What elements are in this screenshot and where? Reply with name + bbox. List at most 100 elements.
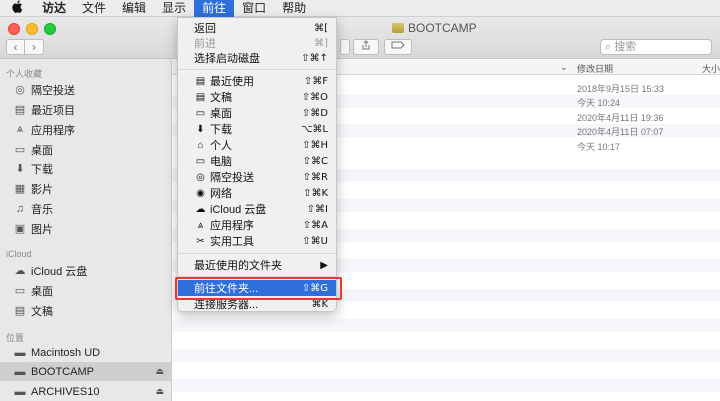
apple-menu-icon[interactable]: [0, 0, 34, 17]
sidebar-item-archives10[interactable]: ▬ ARCHIVES10 ⏏: [0, 382, 172, 401]
menubar-go[interactable]: 前往: [194, 0, 235, 17]
menu-item-applications[interactable]: ⩓ 应用程序 ⇧⌘A: [178, 217, 336, 233]
empty-row: [172, 379, 720, 392]
menubar-window[interactable]: 窗口: [234, 0, 274, 17]
share-icon: [362, 40, 370, 50]
drive-icon: ▬: [14, 385, 26, 398]
recents-icon: ▤: [195, 75, 206, 87]
menu-item-utilities[interactable]: ✂ 实用工具 ⇧⌘U: [178, 233, 336, 249]
menu-item-network[interactable]: ◉ 网络 ⇧⌘K: [178, 185, 336, 201]
sidebar-item-icloud-desktop[interactable]: ▭ 桌面: [0, 281, 172, 300]
menu-item-documents[interactable]: ▤ 文稿 ⇧⌘O: [178, 89, 336, 105]
menubar-file[interactable]: 文件: [74, 0, 114, 17]
menu-shortcut: ⇧⌘D: [301, 107, 328, 119]
empty-row: [172, 349, 720, 362]
view-options-button[interactable]: [340, 39, 350, 55]
row-date: 2018年9月15日 15:33: [577, 84, 665, 94]
menubar-view[interactable]: 显示: [154, 0, 194, 17]
menu-shortcut: ⇧⌘H: [302, 139, 328, 151]
row-date: 2020年4月11日 07:07: [577, 127, 664, 137]
menu-item-computer[interactable]: ▭ 电脑 ⇧⌘C: [178, 153, 336, 169]
recents-icon: ▤: [14, 104, 26, 116]
desktop-icon: ▭: [14, 144, 26, 156]
menu-shortcut: ⇧⌘O: [301, 91, 328, 103]
applications-icon: ⩓: [197, 219, 204, 231]
column-date-modified[interactable]: 修改日期: [577, 62, 613, 75]
sidebar-item-bootcamp[interactable]: ▬ BOOTCAMP ⏏: [0, 362, 172, 381]
menubar-edit[interactable]: 编辑: [114, 0, 154, 17]
menu-item-back[interactable]: 返回 ⌘[: [178, 20, 336, 36]
back-button[interactable]: ‹: [6, 39, 25, 55]
menu-shortcut: ⇧⌘I: [306, 203, 328, 215]
sidebar-item-desktop[interactable]: ▭ 桌面: [0, 140, 172, 159]
window-title-text: BOOTCAMP: [408, 21, 477, 35]
menu-shortcut: ⇧⌘A: [302, 219, 328, 231]
menu-item-label: 网络: [210, 188, 232, 200]
sidebar: 个人收藏 ◎ 隔空投送 ▤ 最近项目 ⩓ 应用程序 ▭ 桌面 ⬇ 下载 ▦ 影片 ♫ 音乐 ▣…: [0, 59, 172, 401]
menu-item-downloads[interactable]: ⬇ 下载 ⌥⌘L: [178, 121, 336, 137]
sidebar-item-downloads[interactable]: ⬇ 下载: [0, 159, 172, 178]
cloud-icon: ☁: [195, 203, 206, 215]
menu-item-label: 桌面: [210, 108, 232, 120]
menubar-finder[interactable]: 访达: [34, 0, 74, 17]
menu-item-recents[interactable]: ▤ 最近使用 ⇧⌘F: [178, 73, 336, 89]
desktop-icon: ▭: [14, 285, 26, 297]
sidebar-item-applications[interactable]: ⩓ 应用程序: [0, 120, 172, 139]
menu-shortcut: ⇧⌘K: [303, 187, 328, 199]
row-date: 2020年4月11日 19:36: [577, 113, 664, 123]
sidebar-section-icloud: iCloud: [6, 249, 32, 259]
sidebar-item-pictures[interactable]: ▣ 图片: [0, 219, 172, 238]
eject-icon[interactable]: ⏏: [155, 386, 164, 397]
sidebar-item-macintosh-ud[interactable]: ▬ Macintosh UD: [0, 343, 172, 362]
sidebar-item-label: 文稿: [31, 305, 53, 318]
drive-icon: [392, 23, 404, 33]
eject-icon[interactable]: ⏏: [155, 366, 164, 377]
menu-item-recent-folders[interactable]: 最近使用的文件夹 ▶: [178, 257, 336, 273]
menu-item-label: 下载: [210, 124, 232, 136]
sidebar-item-label: 隔空投送: [31, 84, 75, 97]
network-icon: ◉: [196, 187, 205, 199]
sidebar-item-label: 桌面: [31, 285, 53, 298]
menubar-help[interactable]: 帮助: [274, 0, 314, 17]
sidebar-item-label: 应用程序: [31, 124, 75, 137]
share-button[interactable]: [353, 39, 379, 55]
sidebar-item-music[interactable]: ♫ 音乐: [0, 199, 172, 218]
sidebar-item-label: ARCHIVES10: [31, 385, 100, 398]
sidebar-item-label: iCloud 云盘: [31, 265, 88, 278]
menu-shortcut: ⇧⌘↑: [301, 52, 328, 64]
sidebar-item-movies[interactable]: ▦ 影片: [0, 179, 172, 198]
menu-item-icloud-drive[interactable]: ☁ iCloud 云盘 ⇧⌘I: [178, 201, 336, 217]
menu-item-label: 返回: [194, 23, 216, 35]
desktop-icon: ▭: [195, 107, 206, 119]
search-field[interactable]: ⌕ 搜索: [600, 39, 712, 55]
row-date: 今天 10:24: [577, 98, 621, 108]
sidebar-item-recents[interactable]: ▤ 最近项目: [0, 100, 172, 119]
row-date: 今天 10:17: [577, 142, 621, 152]
menu-item-desktop[interactable]: ▭ 桌面 ⇧⌘D: [178, 105, 336, 121]
column-size[interactable]: 大小: [702, 62, 720, 75]
movies-icon: ▦: [14, 183, 26, 195]
menu-shortcut: ⌘[: [314, 22, 328, 34]
sidebar-item-label: 桌面: [31, 144, 53, 157]
computer-icon: ▭: [195, 155, 206, 167]
sidebar-item-airdrop[interactable]: ◎ 隔空投送: [0, 80, 172, 99]
tags-button[interactable]: [384, 39, 412, 55]
navigation-buttons: ‹ ›: [6, 39, 44, 55]
menu-item-label: 前进: [194, 38, 216, 50]
music-icon: ♫: [15, 202, 25, 215]
finder-window: ‹ › BOOTCAMP ⌕ 搜索 个人收藏 ◎ 隔空投送 ▤ 最近项目 ⩓ 应用程序…: [0, 17, 720, 401]
close-window-button[interactable]: [8, 23, 20, 35]
menu-item-label: iCloud 云盘: [210, 204, 267, 216]
sidebar-item-icloud-drive[interactable]: ☁ iCloud 云盘: [0, 261, 172, 280]
sidebar-item-icloud-documents[interactable]: ▤ 文稿: [0, 301, 172, 320]
menu-item-home[interactable]: ⌂ 个人 ⇧⌘H: [178, 137, 336, 153]
zoom-window-button[interactable]: [44, 23, 56, 35]
airdrop-icon: ◎: [15, 84, 25, 96]
minimize-window-button[interactable]: [26, 23, 38, 35]
search-icon: ⌕: [605, 41, 612, 53]
menu-item-airdrop[interactable]: ◎ 隔空投送 ⇧⌘R: [178, 169, 336, 185]
sort-chevron-icon[interactable]: ⌄: [560, 62, 568, 73]
drive-icon: ▬: [14, 346, 26, 359]
menu-item-select-startup-disk[interactable]: 选择启动磁盘 ⇧⌘↑: [178, 50, 336, 66]
forward-button[interactable]: ›: [25, 39, 44, 55]
